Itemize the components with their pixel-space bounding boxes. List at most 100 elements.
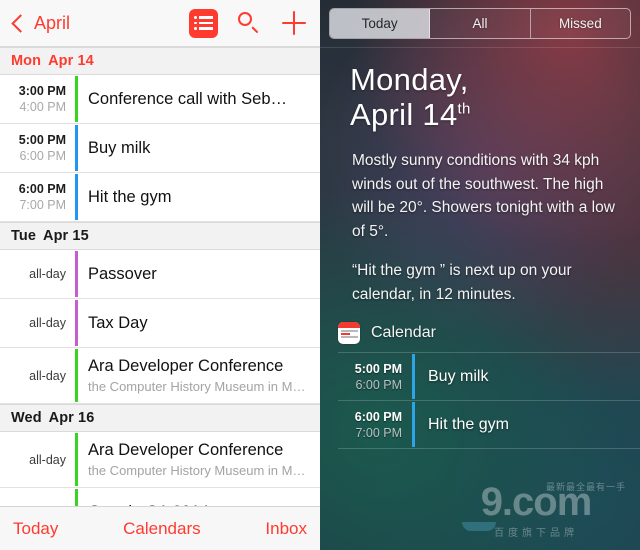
date-ordinal-suffix: th bbox=[457, 100, 471, 118]
calendar-toolbar: Today Calendars Inbox bbox=[0, 506, 320, 550]
calendar-icon-body bbox=[338, 328, 360, 344]
event-title: Ara Developer Conference bbox=[88, 441, 284, 459]
calendars-button[interactable]: Calendars bbox=[123, 519, 201, 539]
event-body: Hit the gym bbox=[78, 173, 320, 221]
tab-missed[interactable]: Missed bbox=[531, 9, 630, 38]
day-header-tue: Tue Apr 15 bbox=[0, 222, 320, 250]
event-time: 5:00 PM 6:00 PM bbox=[0, 124, 75, 172]
daily-summary: Mostly sunny conditions with 34 kph wind… bbox=[320, 132, 640, 306]
date-month-day: April 14 bbox=[350, 97, 458, 132]
screenshot-root: April Mon Apr 14 3:00 PM 4:00 PM Confere… bbox=[0, 0, 640, 550]
calendar-nav-bar: April bbox=[0, 0, 320, 47]
event-title: Hit the gym bbox=[428, 415, 509, 433]
list-item[interactable]: 5:00 PM 6:00 PM Buy milk bbox=[338, 353, 640, 401]
day-header-dow: Mon bbox=[11, 53, 42, 69]
back-button[interactable]: April bbox=[11, 12, 71, 34]
list-view-icon[interactable] bbox=[189, 8, 218, 38]
notification-center-pane: Today All Missed Monday, April 14th Most… bbox=[320, 0, 640, 550]
table-row[interactable]: all-day Passover bbox=[0, 250, 320, 299]
event-body: Passover bbox=[78, 250, 320, 298]
list-icon-row bbox=[194, 16, 213, 19]
event-title: Conference call with Seb… bbox=[88, 89, 288, 108]
event-allday-label: all-day bbox=[29, 368, 66, 383]
today-button[interactable]: Today bbox=[13, 519, 58, 539]
event-list[interactable]: Mon Apr 14 3:00 PM 4:00 PM Conference cal… bbox=[0, 47, 320, 506]
day-header-date: Apr 14 bbox=[48, 53, 94, 69]
event-start-time: 6:00 PM bbox=[18, 182, 66, 196]
date-line-weekday: Monday, bbox=[350, 62, 469, 97]
list-icon-line bbox=[199, 27, 213, 30]
table-row[interactable]: 3:00 PM 4:00 PM Conference call with Seb… bbox=[0, 75, 320, 124]
event-end-time: 6:00 PM bbox=[355, 377, 402, 392]
event-end-time: 7:00 PM bbox=[355, 425, 402, 440]
event-body: Buy milk bbox=[78, 124, 320, 172]
event-start-time: 5:00 PM bbox=[18, 133, 66, 147]
event-allday-label: all-day bbox=[29, 452, 66, 467]
event-start-time: 3:00 PM bbox=[18, 84, 66, 98]
event-time: 1:30 PM bbox=[0, 488, 75, 506]
watermark-swoosh-icon bbox=[462, 522, 496, 531]
calendar-pane: April Mon Apr 14 3:00 PM 4:00 PM Confere… bbox=[0, 0, 320, 550]
tab-today[interactable]: Today bbox=[330, 9, 431, 38]
event-title: Passover bbox=[88, 264, 157, 283]
back-button-label: April bbox=[34, 12, 71, 33]
event-body: Ara Developer Conference the Computer Hi… bbox=[78, 432, 320, 487]
event-body: Ara Developer Conference the Computer Hi… bbox=[78, 348, 320, 403]
event-start-time: 6:00 PM bbox=[354, 409, 402, 424]
event-time: 6:00 PM 7:00 PM bbox=[338, 401, 412, 448]
page-title: Monday, April 14th bbox=[320, 48, 640, 132]
event-title: Tax Day bbox=[88, 313, 148, 332]
list-item[interactable]: 6:00 PM 7:00 PM Hit the gym bbox=[338, 401, 640, 449]
list-icon-line bbox=[199, 21, 213, 25]
list-icon-row bbox=[194, 27, 213, 30]
event-title: Buy milk bbox=[428, 367, 489, 385]
calendar-icon-line bbox=[340, 330, 358, 332]
notification-event-list[interactable]: 5:00 PM 6:00 PM Buy milk 6:00 PM 7:00 PM… bbox=[338, 352, 640, 449]
event-body: Conference call with Seb… bbox=[78, 75, 320, 123]
day-header-dow: Wed bbox=[11, 410, 42, 426]
event-time: all-day bbox=[0, 299, 75, 347]
event-body: Google Q1 2014 bbox=[78, 488, 320, 507]
date-line-date: April 14th bbox=[350, 97, 640, 132]
day-header-date: Apr 15 bbox=[43, 228, 89, 244]
event-time: all-day bbox=[0, 250, 75, 298]
segmented-control[interactable]: Today All Missed bbox=[329, 8, 631, 39]
plus-icon[interactable] bbox=[282, 11, 306, 35]
table-row[interactable]: all-day Ara Developer Conference the Com… bbox=[0, 348, 320, 404]
table-row[interactable]: all-day Tax Day bbox=[0, 299, 320, 348]
search-icon[interactable] bbox=[236, 10, 262, 36]
table-row[interactable]: 5:00 PM 6:00 PM Buy milk bbox=[0, 124, 320, 173]
weather-summary: Mostly sunny conditions with 34 kph wind… bbox=[352, 152, 615, 240]
list-icon-dot bbox=[194, 16, 197, 19]
calendar-icon-line bbox=[340, 336, 358, 338]
event-time: 6:00 PM 7:00 PM bbox=[0, 173, 75, 221]
day-header-mon: Mon Apr 14 bbox=[0, 47, 320, 75]
list-icon-line bbox=[199, 16, 213, 19]
next-event-summary: “Hit the gym ” is next up on your calend… bbox=[352, 262, 572, 303]
chevron-left-icon bbox=[11, 13, 30, 33]
calendar-section-header: Calendar bbox=[320, 306, 640, 344]
event-title: Ara Developer Conference bbox=[88, 357, 284, 375]
list-icon-dot bbox=[194, 21, 197, 25]
calendar-app-icon bbox=[338, 322, 360, 344]
watermark-top-text: 最新最全最有一手 bbox=[545, 482, 626, 492]
inbox-button[interactable]: Inbox bbox=[265, 519, 307, 539]
event-time: 3:00 PM 4:00 PM bbox=[0, 75, 75, 123]
day-header-dow: Tue bbox=[11, 228, 37, 244]
event-end-time: 6:00 PM bbox=[19, 149, 66, 163]
event-allday-label: all-day bbox=[29, 316, 66, 330]
section-title: Calendar bbox=[371, 324, 436, 341]
event-title: Buy milk bbox=[88, 138, 151, 157]
table-row[interactable]: all-day Ara Developer Conference the Com… bbox=[0, 432, 320, 488]
event-time: all-day bbox=[0, 432, 75, 487]
day-header-wed: Wed Apr 16 bbox=[0, 404, 320, 432]
watermark: 最新最全最有一手 9.com 百度旗下品牌 bbox=[440, 482, 632, 544]
event-time: all-day bbox=[0, 348, 75, 403]
tab-all[interactable]: All bbox=[430, 9, 531, 38]
list-icon-dot bbox=[194, 27, 197, 30]
table-row[interactable]: 6:00 PM 7:00 PM Hit the gym bbox=[0, 173, 320, 222]
event-start-time: 5:00 PM bbox=[354, 361, 402, 376]
table-row[interactable]: 1:30 PM Google Q1 2014 bbox=[0, 488, 320, 506]
event-body: Tax Day bbox=[78, 299, 320, 347]
event-time: 5:00 PM 6:00 PM bbox=[338, 353, 412, 400]
